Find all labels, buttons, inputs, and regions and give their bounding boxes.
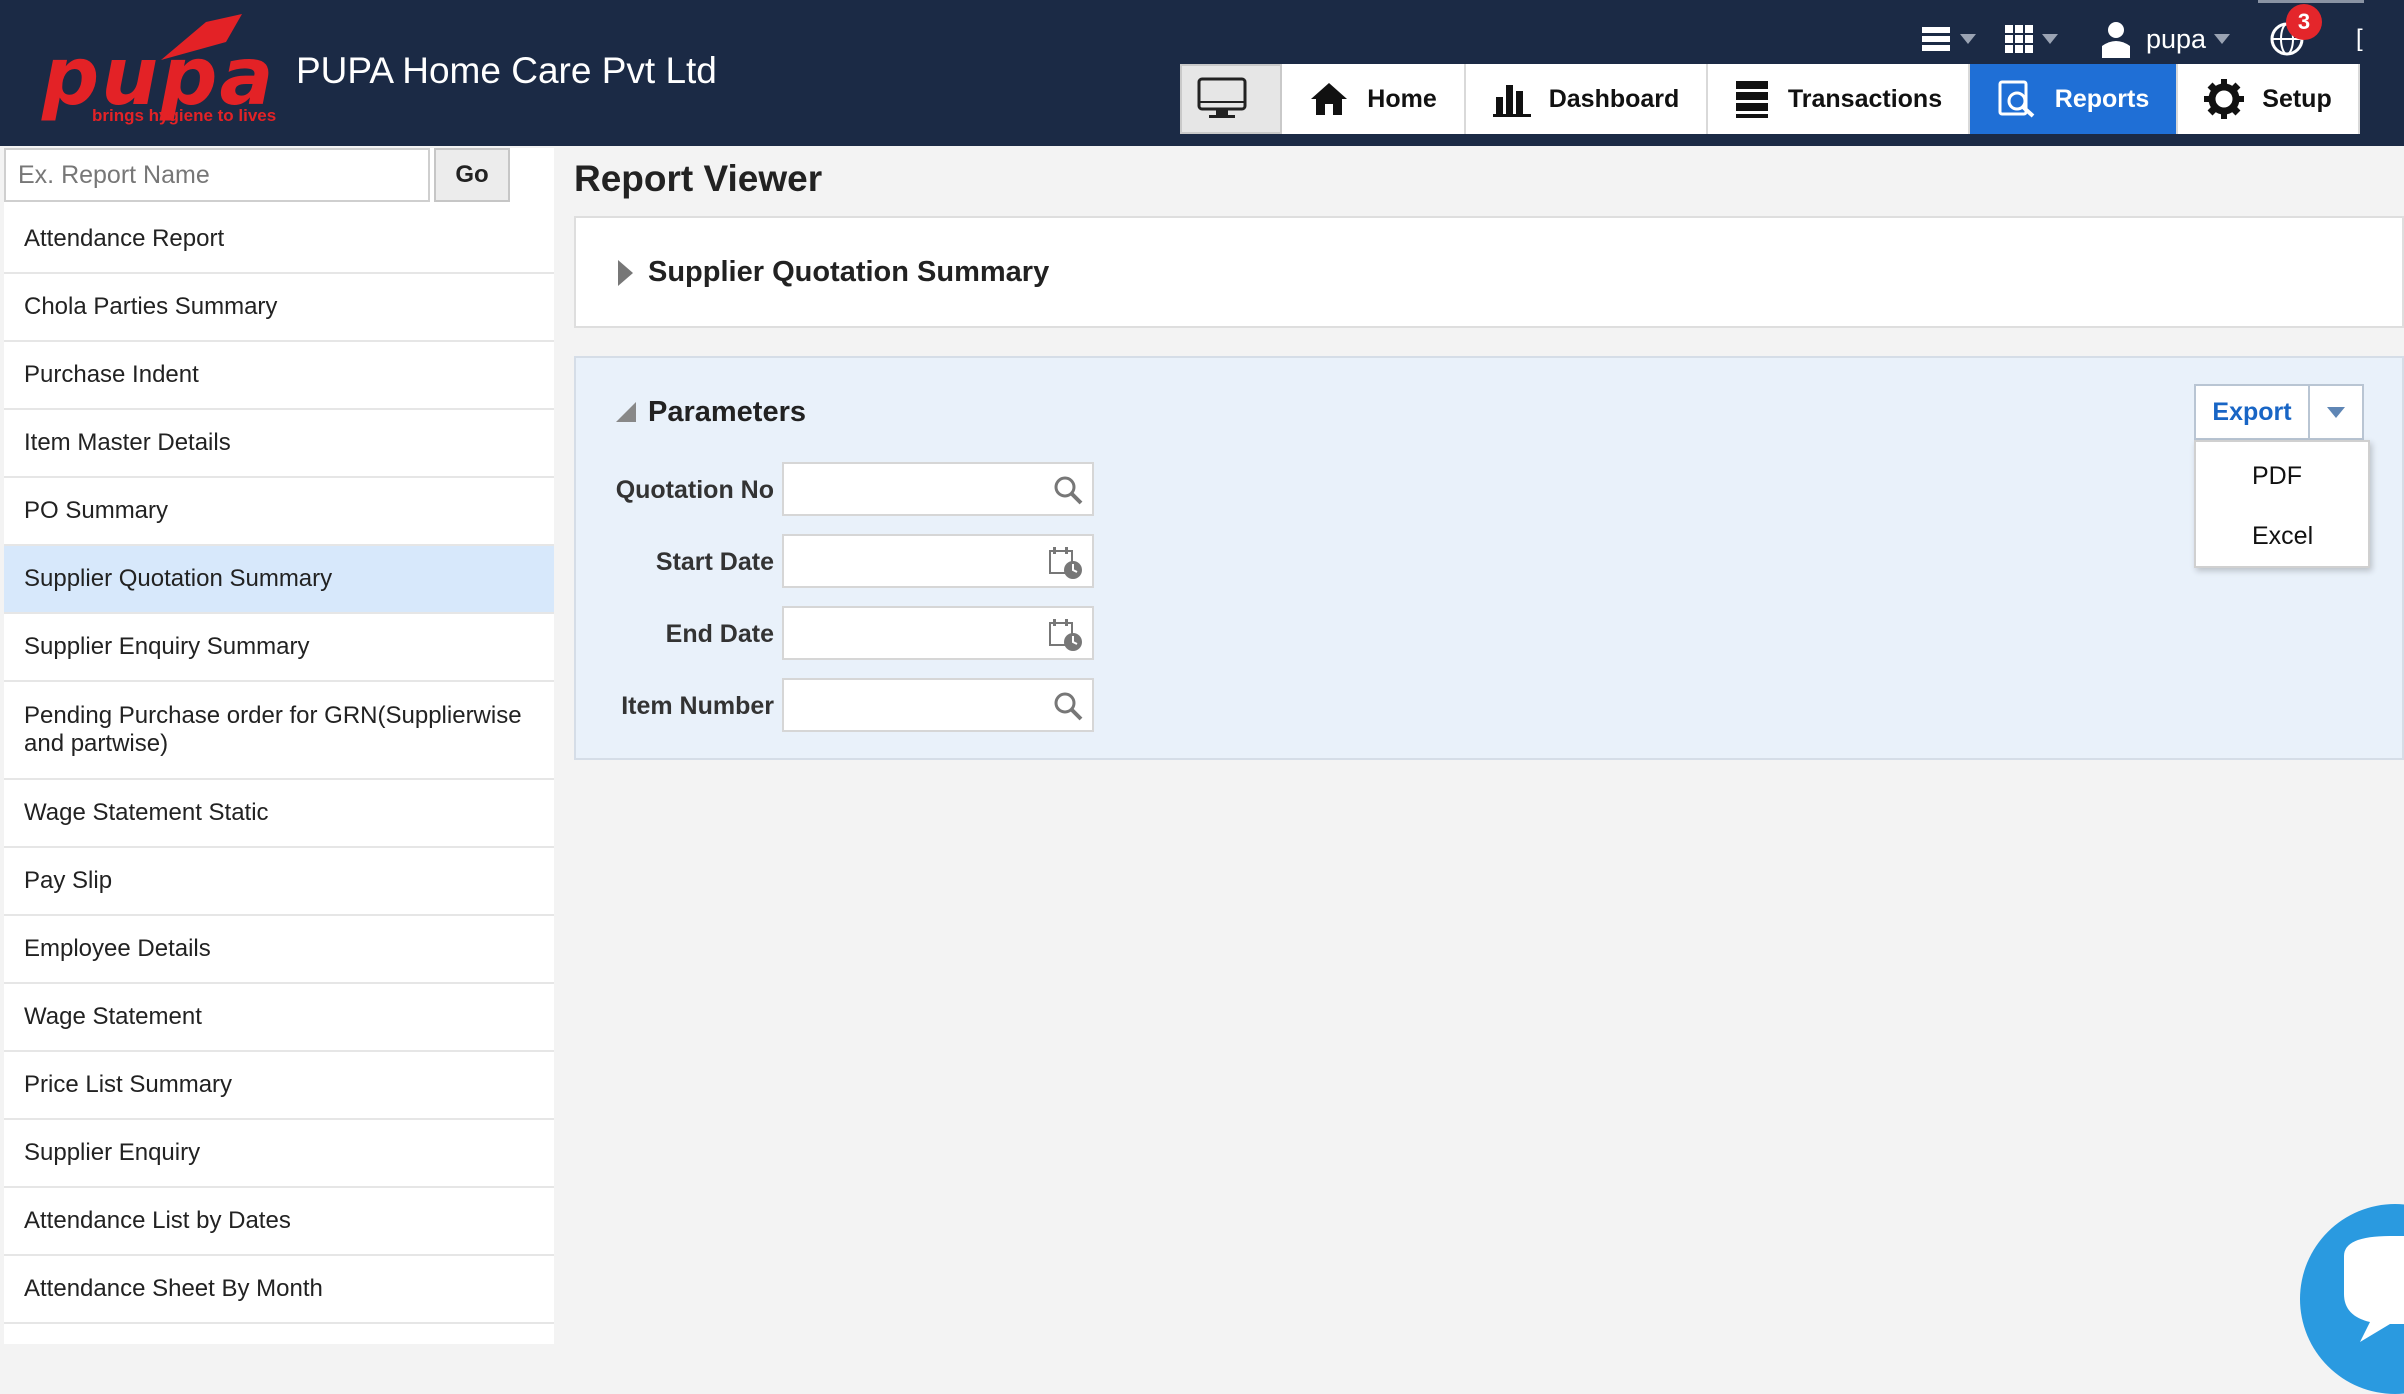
search-icon[interactable]	[1052, 474, 1084, 506]
chat-widget-button[interactable]	[2300, 1204, 2404, 1394]
report-search-icon	[1998, 80, 2035, 118]
parameters-title: Parameters	[648, 396, 806, 428]
report-list-item[interactable]: Pay Slip	[4, 848, 554, 916]
company-name: PUPA Home Care Pvt Ltd	[296, 50, 717, 91]
report-list-item[interactable]: Supplier Enquiry Summary	[4, 614, 554, 682]
header-divider	[2258, 0, 2364, 3]
report-list-item[interactable]: Wage Statement Static	[4, 780, 554, 848]
item-number-label: Item Number	[621, 692, 774, 720]
report-summary-panel[interactable]: Supplier Quotation Summary	[574, 216, 2404, 328]
user-menu-button[interactable]: pupa	[2100, 16, 2231, 62]
report-list-item[interactable]: Purchase Indent	[4, 342, 554, 410]
chevron-down-icon	[1960, 34, 1976, 44]
page-title: Report Viewer	[574, 158, 823, 199]
export-menu: PDF Excel	[2194, 440, 2370, 568]
go-button[interactable]: Go	[434, 148, 510, 202]
export-excel-option[interactable]: Excel	[2252, 522, 2313, 551]
grid-icon	[2005, 25, 2033, 53]
report-list-item[interactable]: Item Master Details	[4, 410, 554, 478]
search-icon[interactable]	[1052, 690, 1084, 722]
calendar-icon[interactable]	[1048, 546, 1084, 580]
report-list-item[interactable]: Wage Statement	[4, 984, 554, 1052]
tab-transactions-label: Transactions	[1787, 84, 1943, 113]
export-pdf-option[interactable]: PDF	[2252, 462, 2302, 491]
overflow-edge: [	[2356, 25, 2363, 52]
report-list-item[interactable]: Employee Details	[4, 916, 554, 984]
tab-reports[interactable]: Reports	[1970, 64, 2178, 134]
chevron-down-icon	[2327, 406, 2345, 418]
item-number-input[interactable]	[782, 678, 1094, 732]
tab-monitor[interactable]	[1180, 64, 1282, 134]
user-name: pupa	[2146, 23, 2207, 54]
monitor-icon	[1197, 77, 1247, 118]
stack-icon	[1735, 81, 1768, 118]
quotation-no-label: Quotation No	[615, 476, 774, 504]
tab-dashboard[interactable]: Dashboard	[1466, 64, 1708, 134]
tab-dashboard-label: Dashboard	[1548, 84, 1680, 113]
report-search: Go	[4, 148, 554, 206]
export-button[interactable]: Export	[2194, 384, 2310, 440]
chevron-down-icon	[2042, 34, 2058, 44]
report-list-item[interactable]: Supplier Enquiry	[4, 1120, 554, 1188]
report-list-item[interactable]: Attendance List by Dates	[4, 1188, 554, 1256]
chat-icon	[2344, 1236, 2404, 1342]
tab-setup-label: Setup	[2262, 84, 2332, 113]
calendar-icon[interactable]	[1048, 618, 1084, 652]
report-list-item[interactable]: PO Summary	[4, 478, 554, 546]
bar-chart-icon	[1492, 85, 1531, 117]
pupa-logo[interactable]: pupa brings hygiene to lives	[36, 12, 286, 134]
gear-icon	[2204, 79, 2245, 119]
notification-badge: 3	[2286, 4, 2322, 40]
expand-arrow-icon[interactable]	[618, 260, 633, 286]
collapse-arrow-icon[interactable]	[616, 402, 636, 422]
start-date-label: Start Date	[655, 548, 774, 576]
list-icon	[1922, 27, 1950, 51]
app-header: pupa brings hygiene to lives PUPA Home C…	[0, 0, 2404, 146]
tab-home[interactable]: Home	[1282, 64, 1466, 134]
chevron-down-icon	[2214, 34, 2231, 44]
report-list-item[interactable]: Attendance Report	[4, 206, 554, 274]
parameters-panel: Parameters Quotation No Start Date End D…	[574, 356, 2404, 760]
tab-setup[interactable]: Setup	[2178, 64, 2360, 134]
report-name: Supplier Quotation Summary	[648, 256, 1050, 288]
report-list-item[interactable]: Pending Purchase order for GRN(Supplierw…	[4, 682, 554, 780]
report-list-item-selected[interactable]: Supplier Quotation Summary	[4, 546, 554, 614]
home-icon	[1311, 83, 1348, 115]
user-icon	[2102, 22, 2130, 58]
end-date-label: End Date	[665, 620, 774, 648]
start-date-input[interactable]	[782, 534, 1094, 588]
report-sidebar: Go Attendance Report Chola Parties Summa…	[4, 148, 554, 1344]
tab-reports-label: Reports	[2054, 84, 2150, 113]
main-nav: Home Dashboard Transactions Reports Setu…	[1180, 64, 2360, 134]
report-list-item[interactable]: Attendance Sheet By Month	[4, 1256, 554, 1324]
report-list-item[interactable]: Chola Parties Summary	[4, 274, 554, 342]
tab-home-label: Home	[1367, 84, 1437, 113]
report-list-item[interactable]: Price List Summary	[4, 1052, 554, 1120]
report-list: Attendance Report Chola Parties Summary …	[4, 206, 554, 1324]
list-menu-button[interactable]	[1920, 16, 1976, 62]
apps-menu-button[interactable]	[2004, 16, 2058, 62]
end-date-input[interactable]	[782, 606, 1094, 660]
quotation-no-input[interactable]	[782, 462, 1094, 516]
tab-transactions[interactable]: Transactions	[1708, 64, 1970, 134]
export-dropdown-toggle[interactable]	[2310, 384, 2364, 440]
report-search-input[interactable]	[4, 148, 430, 202]
logo-tagline: brings hygiene to lives	[92, 106, 277, 125]
